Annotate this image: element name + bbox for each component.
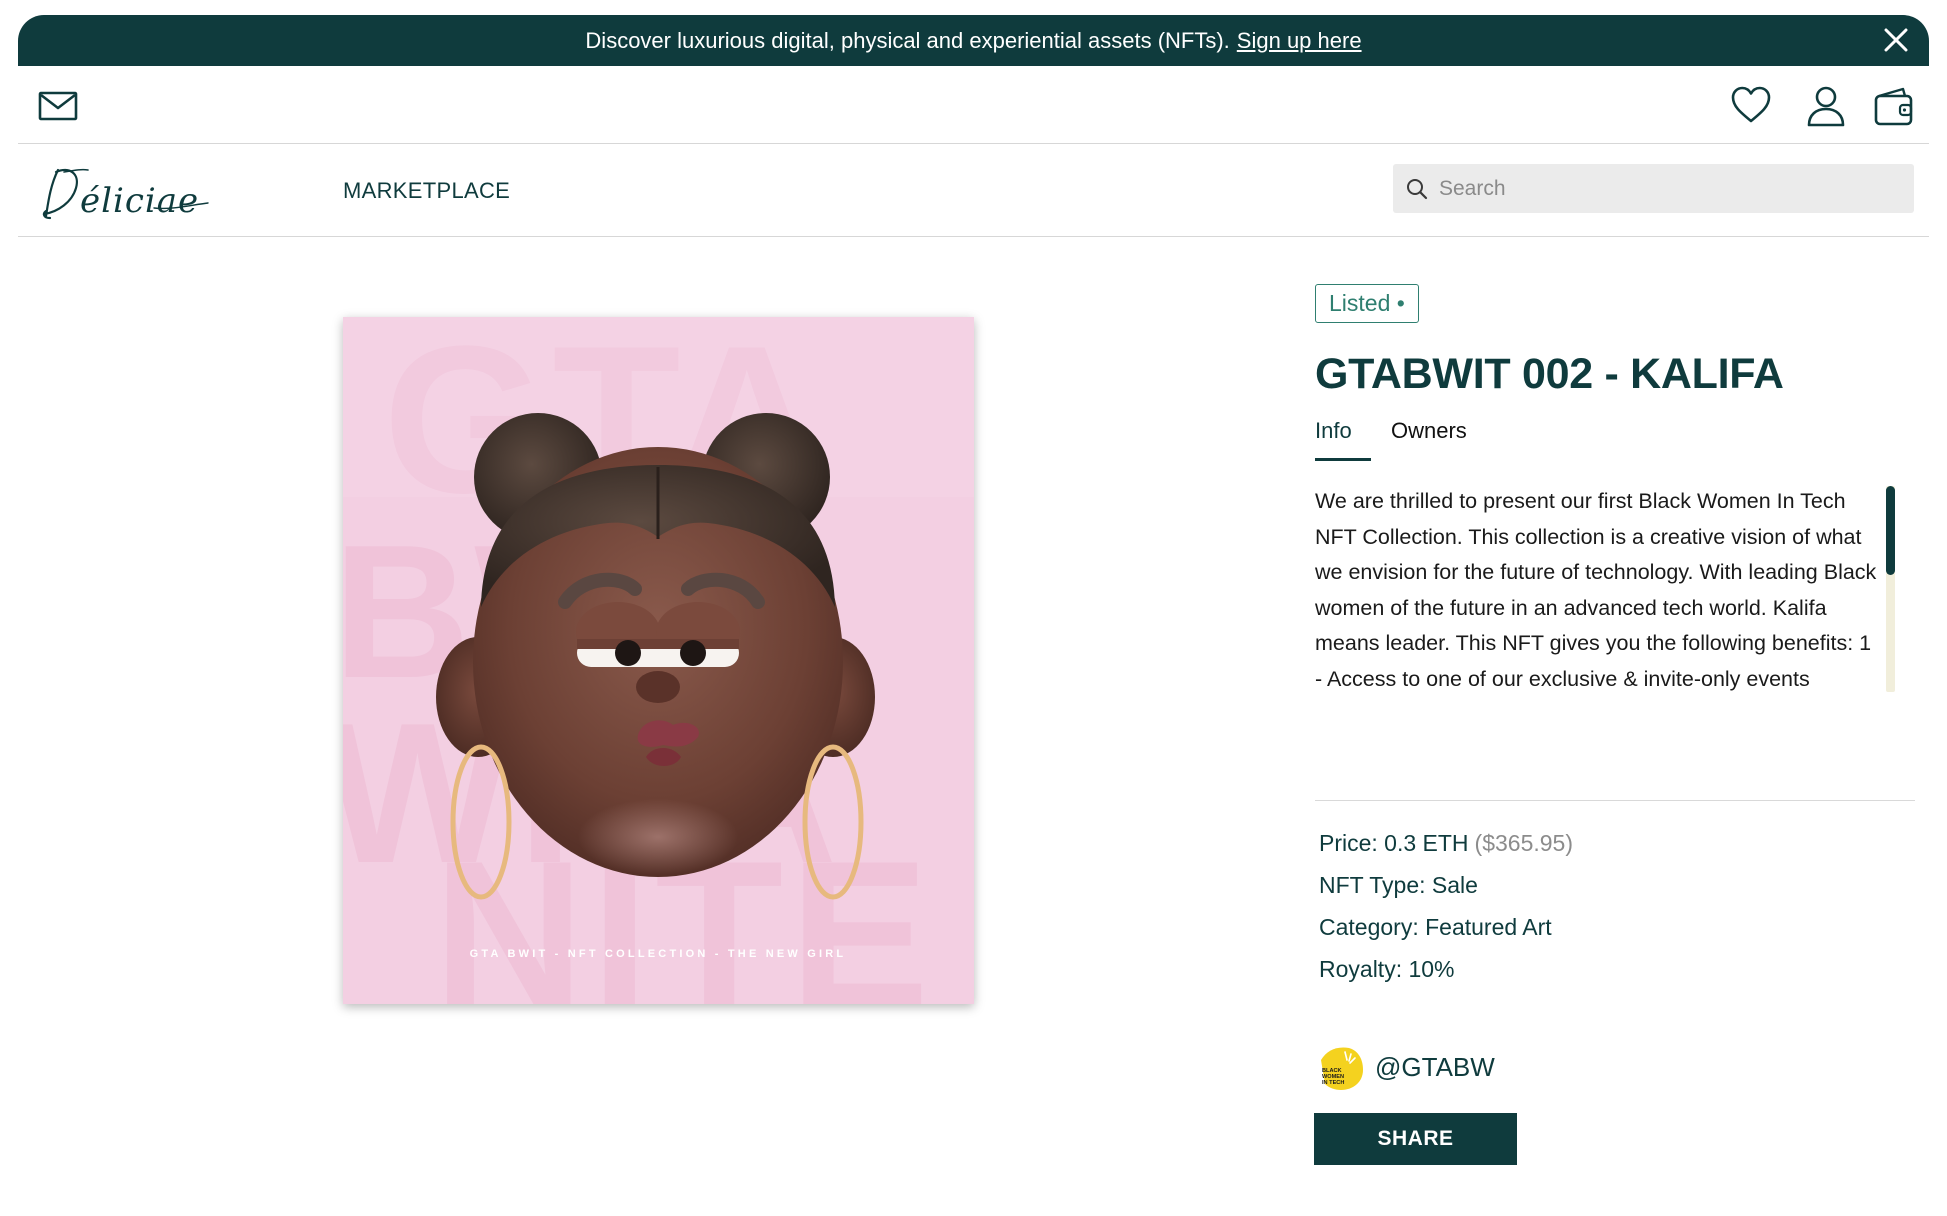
heart-icon[interactable] <box>1730 84 1772 126</box>
avatar-text-3: IN TECH <box>1322 1080 1344 1086</box>
share-button[interactable]: SHARE <box>1314 1113 1517 1165</box>
deliciae-logo[interactable]: éliciae <box>36 156 211 226</box>
price-row: Price: 0.3 ETH ($365.95) <box>1319 822 1573 864</box>
main-nav: éliciae MARKETPLACE <box>18 144 1929 237</box>
artwork-caption: GTA BWIT - NFT COLLECTION - THE NEW GIRL <box>470 948 847 960</box>
nft-artwork-image: GTA BWI WITA NITE <box>343 317 974 1004</box>
section-divider <box>1315 800 1915 801</box>
description-panel[interactable]: We are thrilled to present our first Bla… <box>1315 484 1900 694</box>
nft-description: We are thrilled to present our first Bla… <box>1315 489 1877 691</box>
category-row: Category: Featured Art <box>1319 914 1552 940</box>
description-scrollbar-thumb[interactable] <box>1886 486 1895 575</box>
search-bar[interactable] <box>1393 164 1914 213</box>
account-icon[interactable] <box>1806 85 1846 127</box>
mail-icon[interactable] <box>38 86 78 126</box>
close-icon[interactable] <box>1881 25 1911 55</box>
tab-owners[interactable]: Owners <box>1391 418 1467 463</box>
nft-properties: Price: 0.3 ETH ($365.95) NFT Type: Sale C… <box>1319 822 1573 990</box>
marketplace-link[interactable]: MARKETPLACE <box>343 178 510 204</box>
creator-handle: @GTABW <box>1375 1051 1495 1082</box>
signup-link[interactable]: Sign up here <box>1237 28 1362 54</box>
utility-bar <box>18 66 1929 144</box>
tab-info[interactable]: Info <box>1315 418 1371 463</box>
price-value: Price: 0.3 ETH <box>1319 830 1469 856</box>
search-icon <box>1407 178 1428 199</box>
wallet-icon[interactable] <box>1873 85 1915 127</box>
banner-text: Discover luxurious digital, physical and… <box>585 27 1230 53</box>
nft-type-row: NFT Type: Sale <box>1319 872 1478 898</box>
nft-title: GTABWIT 002 - KALIFA <box>1315 350 1784 398</box>
royalty-row: Royalty: 10% <box>1319 956 1455 982</box>
announcement-banner: Discover luxurious digital, physical and… <box>18 15 1929 66</box>
price-usd: ($365.95) <box>1474 830 1574 856</box>
status-badge: Listed • <box>1315 284 1419 323</box>
search-input[interactable] <box>1439 176 1899 201</box>
creator-avatar: BLACK WOMEN IN TECH <box>1315 1042 1365 1092</box>
creator-link[interactable]: BLACK WOMEN IN TECH @GTABW <box>1315 1042 1495 1092</box>
svg-text:éliciae: éliciae <box>80 181 199 221</box>
nft-artwork[interactable]: GTA BWI WITA NITE <box>343 317 974 1004</box>
